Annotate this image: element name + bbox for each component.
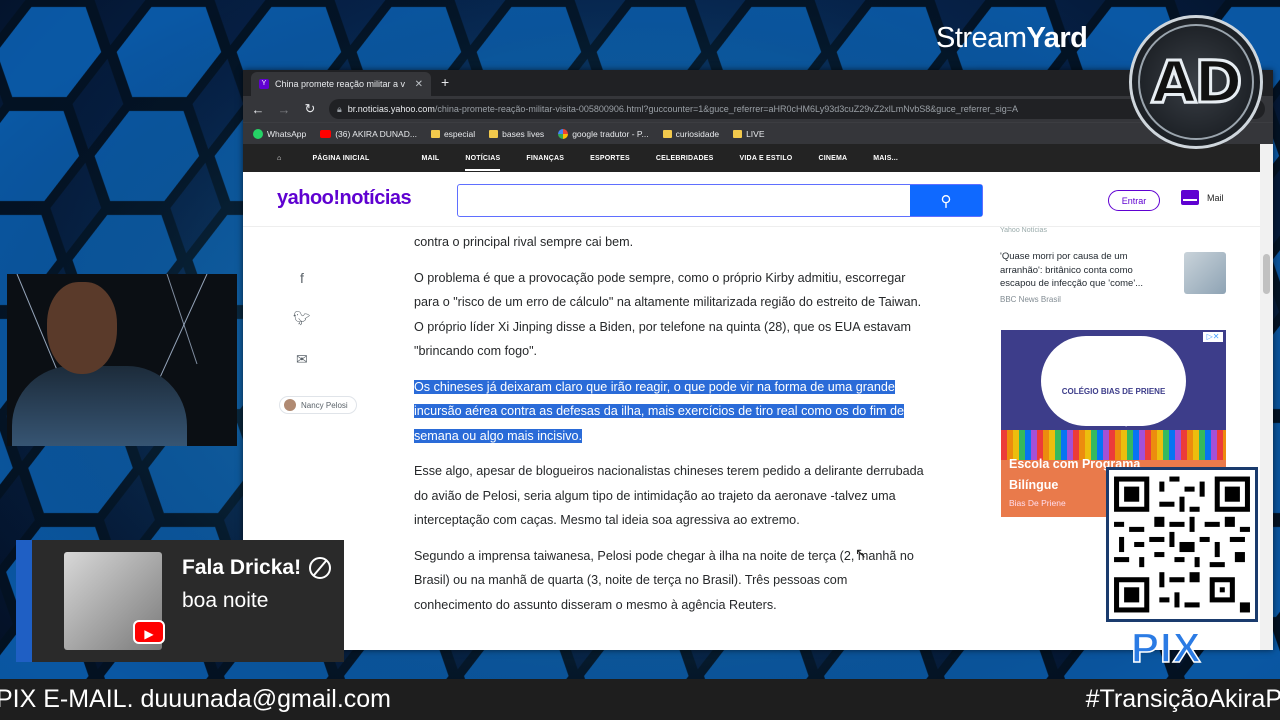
scrollbar-thumb[interactable] xyxy=(1263,254,1270,294)
search-input[interactable] xyxy=(458,185,910,216)
folder-icon xyxy=(489,129,499,138)
mouse-cursor-icon: ↖ xyxy=(855,545,867,561)
bookmarks-bar: WhatsApp (36) AKIRA DUNAD... especial ba… xyxy=(243,122,1273,144)
folder-icon xyxy=(662,129,672,138)
ticker-pix-email: PIX E-MAIL. duuunada@gmail.com xyxy=(0,685,392,713)
address-bar[interactable]: 🔒︎ br.noticias.yahoo.com/china-promete-r… xyxy=(329,99,1265,119)
article-paragraph: Segundo a imprensa taiwanesa, Pelosi pod… xyxy=(414,548,914,612)
nav-celebridades[interactable]: CELEBRIDADES xyxy=(656,155,714,162)
nav-home[interactable]: ⌂ PÁGINA INICIAL xyxy=(277,155,395,162)
nav-noticias[interactable]: NOTÍCIAS xyxy=(465,155,501,171)
ad-cloud-shape xyxy=(1041,336,1186,426)
email-share-icon[interactable]: ✉ xyxy=(296,351,308,368)
ticker-hashtag: #TransiçãoAkiraP xyxy=(1085,685,1280,713)
home-icon: ⌂ xyxy=(277,154,282,162)
folder-icon xyxy=(733,129,743,138)
news-source: BBC News Brasil xyxy=(1000,294,1061,304)
yahoo-noticias-logo[interactable]: yahoo!notícias xyxy=(277,187,412,210)
news-thumbnail xyxy=(1184,252,1226,294)
lock-icon: 🔒︎ xyxy=(337,103,342,114)
browser-tab[interactable]: Y China promete reação militar a v ✕ xyxy=(251,72,431,96)
sidebar-news-item[interactable]: 'Quase morri por causa de um arranhão': … xyxy=(1000,250,1226,304)
article-paragraph: contra o principal rival sempre cai bem. xyxy=(414,235,634,249)
yahoo-header: yahoo!notícias ⚲ Entrar Mail xyxy=(243,172,1273,227)
browser-toolbar: ← → ↻ 🔒︎ br.noticias.yahoo.com/china-pro… xyxy=(243,96,1273,122)
webcam-feed xyxy=(7,274,237,446)
tab-strip: Y China promete reação militar a v ✕ + xyxy=(243,70,1273,96)
tab-title: China promete reação militar a v xyxy=(275,79,406,89)
back-icon[interactable]: ← xyxy=(251,102,265,117)
side-faded-source: Yahoo Notícias xyxy=(1000,227,1047,234)
mail-icon xyxy=(1181,190,1199,205)
bookmark-folder-live[interactable]: LIVE xyxy=(733,129,765,139)
bookmark-folder-curiosidade[interactable]: curiosidade xyxy=(662,129,719,139)
ad-source: Bias De Priene xyxy=(1009,498,1066,508)
article-paragraph: O problema é que a provocação pode sempr… xyxy=(414,270,922,359)
share-rail: f 🐦︎ ✉ xyxy=(293,270,311,368)
pix-label: PIX xyxy=(1130,623,1202,672)
nav-cinema[interactable]: CINEMA xyxy=(818,155,847,162)
streamyard-logo: StreamYard xyxy=(936,22,1088,54)
avatar xyxy=(284,399,296,411)
bookmark-google-tradutor[interactable]: google tradutor - P... xyxy=(558,128,649,139)
url-path: /china-promete-reação-militar-visita-005… xyxy=(434,104,1019,114)
article-paragraph: Esse algo, apesar de blogueiros nacional… xyxy=(414,464,924,527)
reload-icon[interactable]: ↻ xyxy=(303,101,317,117)
live-comment-card: ▶ Fala Dricka! boa noite xyxy=(16,540,344,662)
ad-logo: COLÉGIO BIAS DE PRIENE xyxy=(1061,387,1166,396)
signin-button[interactable]: Entrar xyxy=(1108,190,1160,211)
mail-link[interactable]: Mail xyxy=(1181,190,1224,205)
yahoo-top-nav: ⌂ PÁGINA INICIAL MAIL NOTÍCIAS FINANÇAS E… xyxy=(243,144,1273,172)
bookmark-folder-bases-lives[interactable]: bases lives xyxy=(489,129,544,139)
search-box: ⚲ xyxy=(457,184,983,217)
article-paragraph-selected: Os chineses já deixaram claro que irão r… xyxy=(414,375,924,449)
ad-tagline: Moderno e completo xyxy=(1090,422,1137,428)
bookmark-folder-especial[interactable]: especial xyxy=(430,129,475,139)
youtube-icon xyxy=(320,129,332,138)
topic-tag[interactable]: Nancy Pelosi xyxy=(279,396,357,414)
yahoo-favicon-icon: Y xyxy=(259,79,269,89)
bookmark-whatsapp[interactable]: WhatsApp xyxy=(253,128,306,139)
forward-icon[interactable]: → xyxy=(277,102,291,117)
page-scrollbar[interactable] xyxy=(1260,144,1273,650)
close-tab-icon[interactable]: ✕ xyxy=(415,79,423,90)
nav-mail[interactable]: MAIL xyxy=(421,155,439,162)
twitter-icon[interactable]: 🐦︎ xyxy=(293,310,311,327)
nav-mais[interactable]: MAIS... xyxy=(873,155,898,162)
presenter-face xyxy=(47,282,117,374)
youtube-icon: ▶ xyxy=(133,620,165,644)
search-button[interactable]: ⚲ xyxy=(910,185,982,216)
article-body: contra o principal rival sempre cai bem.… xyxy=(414,230,924,628)
pix-qr-code xyxy=(1106,467,1258,622)
qr-code-image xyxy=(1109,471,1255,618)
bottom-ticker: PIX E-MAIL. duuunada@gmail.com #Transiçã… xyxy=(0,679,1280,720)
channel-logo-badge: AD xyxy=(1129,15,1263,149)
search-icon: ⚲ xyxy=(940,192,952,210)
news-headline: 'Quase morri por causa de um arranhão': … xyxy=(1000,251,1144,289)
google-icon xyxy=(558,128,569,139)
whatsapp-icon xyxy=(253,128,263,139)
bookmark-youtube-channel[interactable]: (36) AKIRA DUNAD... xyxy=(320,129,417,139)
banned-icon xyxy=(309,557,332,579)
highlighted-text: Os chineses já deixaram claro que irão r… xyxy=(414,379,905,443)
presenter-body xyxy=(12,366,187,446)
commenter-name: Fala Dricka! xyxy=(182,556,332,580)
nav-esportes[interactable]: ESPORTES xyxy=(590,155,630,162)
facebook-icon[interactable]: f xyxy=(300,270,304,286)
url-host: br.noticias.yahoo.com xyxy=(347,104,435,114)
folder-icon xyxy=(430,129,440,138)
nav-vida-e-estilo[interactable]: VIDA E ESTILO xyxy=(740,155,793,162)
adchoices-icon[interactable]: ▷✕ xyxy=(1203,332,1223,342)
comment-message: boa noite xyxy=(182,589,269,612)
nav-financas[interactable]: FINANÇAS xyxy=(526,155,564,162)
new-tab-icon[interactable]: + xyxy=(441,74,449,90)
